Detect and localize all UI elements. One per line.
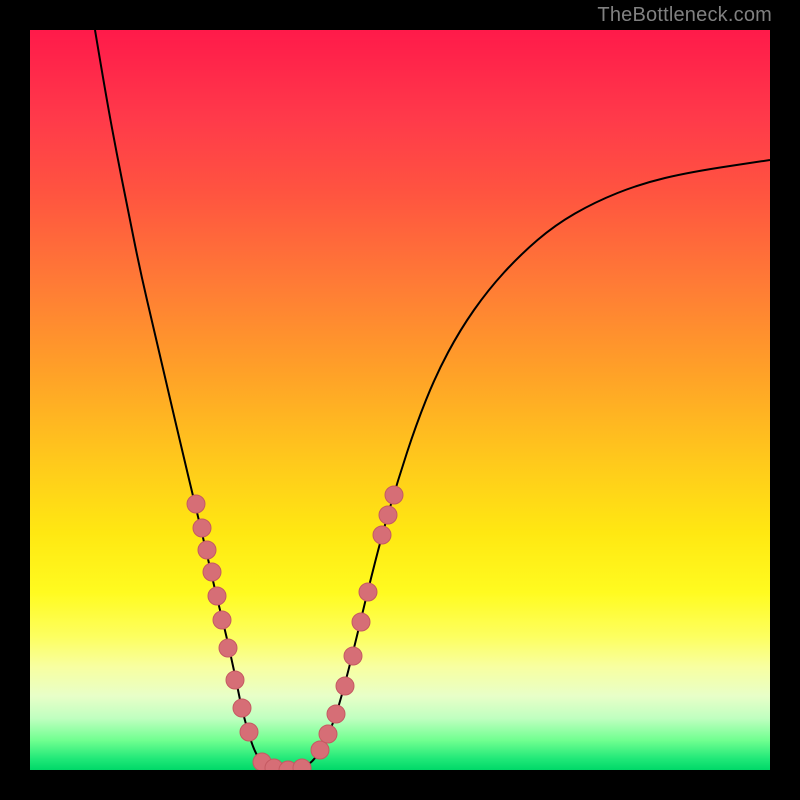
data-marker: [293, 759, 311, 770]
data-marker: [385, 486, 403, 504]
data-marker: [198, 541, 216, 559]
data-marker: [359, 583, 377, 601]
data-marker: [193, 519, 211, 537]
data-marker: [352, 613, 370, 631]
data-marker: [311, 741, 329, 759]
data-marker: [373, 526, 391, 544]
plot-area: [30, 30, 770, 770]
data-marker: [219, 639, 237, 657]
watermark-text: TheBottleneck.com: [597, 4, 772, 27]
data-marker: [233, 699, 251, 717]
chart-frame: TheBottleneck.com: [0, 0, 800, 800]
data-marker: [187, 495, 205, 513]
curve-layer: [30, 30, 770, 770]
data-marker: [336, 677, 354, 695]
data-marker: [226, 671, 244, 689]
data-marker: [327, 705, 345, 723]
data-marker: [240, 723, 258, 741]
data-marker: [344, 647, 362, 665]
data-marker: [379, 506, 397, 524]
data-marker: [208, 587, 226, 605]
data-marker: [319, 725, 337, 743]
bottleneck-curve: [95, 30, 770, 770]
data-marker: [213, 611, 231, 629]
data-marker: [203, 563, 221, 581]
